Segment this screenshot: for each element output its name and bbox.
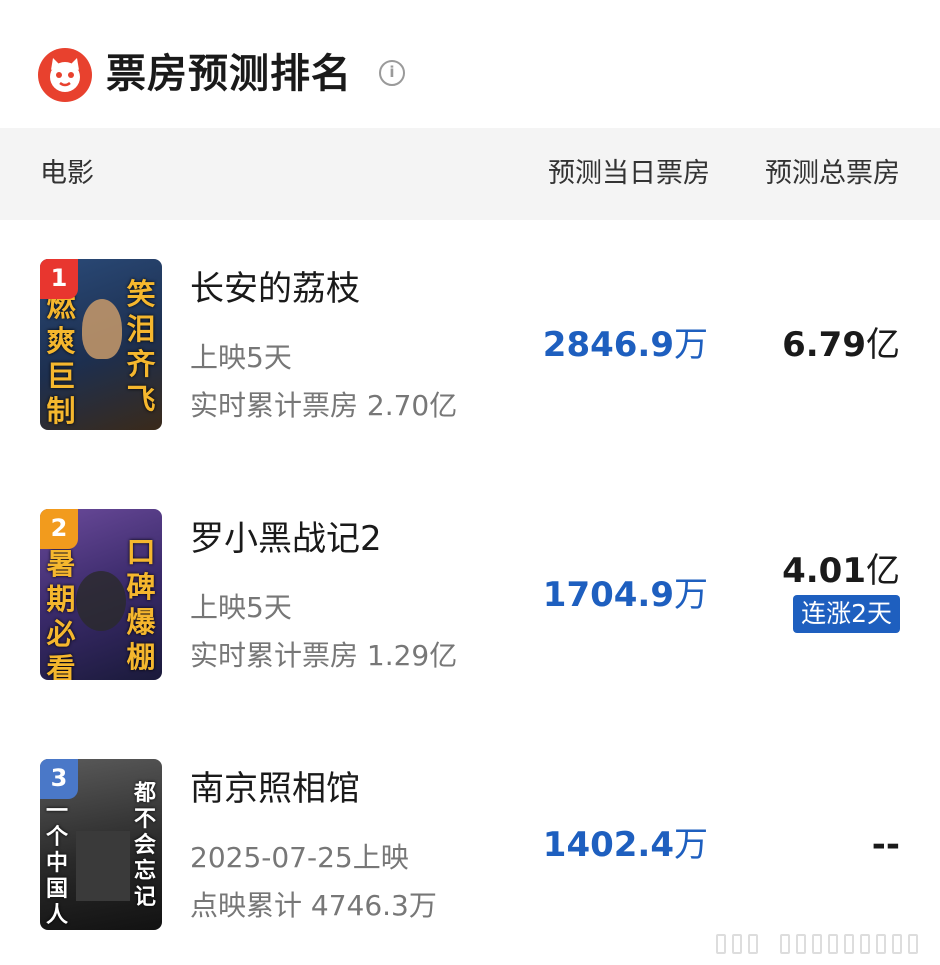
info-icon[interactable]: i [379,60,405,86]
movie-name[interactable]: 长安的荔枝 [190,267,360,311]
movie-row[interactable]: 暑期必看 口碑爆棚 2 罗小黑战记2 上映5天 实时累计票房 1.29亿 170… [0,509,940,681]
poster-figure [82,299,122,359]
movie-name[interactable]: 罗小黑战记2 [190,517,382,561]
poster-slogan-right: 笑泪齐飞 [126,277,156,416]
cumulative-box-office: 实时累计票房 2.70亿 [190,389,458,422]
forecast-total-value: 6.79 [782,325,866,365]
column-header-day-forecast[interactable]: 预测当日票房 [548,156,710,192]
page-header: 票房预测排名 i [0,0,940,128]
forecast-day-unit: 万 [674,825,708,865]
movie-row[interactable]: 一个中国人 都不会忘记 3 南京照相馆 2025-07-25上映 点映累计 47… [0,759,940,931]
forecast-total-value: 4.01 [782,551,866,591]
forecast-day-box-office: 1402.4万 [543,823,708,867]
poster-figure [76,571,126,631]
forecast-day-unit: 万 [674,575,708,615]
column-header-total-forecast[interactable]: 预测总票房 [765,156,900,192]
poster-figure [76,831,130,901]
forecast-day-unit: 万 [674,325,708,365]
movie-poster[interactable]: 一个中国人 都不会忘记 3 [40,759,162,930]
forecast-total-box-office: 6.79亿 [782,323,900,367]
movie-row[interactable]: 燃爽巨制 笑泪齐飞 1 长安的荔枝 上映5天 实时累计票房 2.70亿 2846… [0,259,940,431]
watermark-decoration [716,934,926,954]
poster-slogan-left: 暑期必看 [46,547,76,680]
movie-poster[interactable]: 燃爽巨制 笑泪齐飞 1 [40,259,162,430]
rank-badge: 2 [40,509,78,549]
release-info: 上映5天 [190,591,292,624]
forecast-day-box-office: 2846.9万 [543,323,708,367]
forecast-day-value: 1704.9 [542,575,674,615]
poster-slogan-left: 燃爽巨制 [46,289,76,428]
forecast-day-box-office: 1704.9万 [543,573,708,617]
rank-badge: 1 [40,259,78,299]
movie-poster[interactable]: 暑期必看 口碑爆棚 2 [40,509,162,680]
forecast-total-value: -- [871,825,900,865]
release-info: 上映5天 [190,341,292,374]
forecast-day-value: 1402.4 [542,825,674,865]
poster-slogan-right: 都不会忘记 [133,781,156,910]
rank-badge: 3 [40,759,78,799]
forecast-day-value: 2846.9 [542,325,674,365]
release-info: 2025-07-25上映 [190,841,409,874]
poster-slogan-left: 一个中国人 [45,799,68,928]
cumulative-box-office: 实时累计票房 1.29亿 [190,639,458,672]
column-header-movie: 电影 [40,158,94,189]
table-header: 电影 预测当日票房 预测总票房 [0,128,940,220]
forecast-total-unit: 亿 [866,551,900,591]
poster-slogan-right: 口碑爆棚 [126,535,156,674]
trend-badge: 连涨2天 [793,595,900,633]
page-title: 票房预测排名 [106,51,352,97]
movie-name[interactable]: 南京照相馆 [190,767,360,811]
cat-logo-icon [38,48,92,102]
forecast-total-box-office: -- [872,823,900,867]
forecast-total-box-office: 4.01亿 [782,549,900,593]
forecast-total-unit: 亿 [866,325,900,365]
cumulative-box-office: 点映累计 4746.3万 [190,889,437,922]
